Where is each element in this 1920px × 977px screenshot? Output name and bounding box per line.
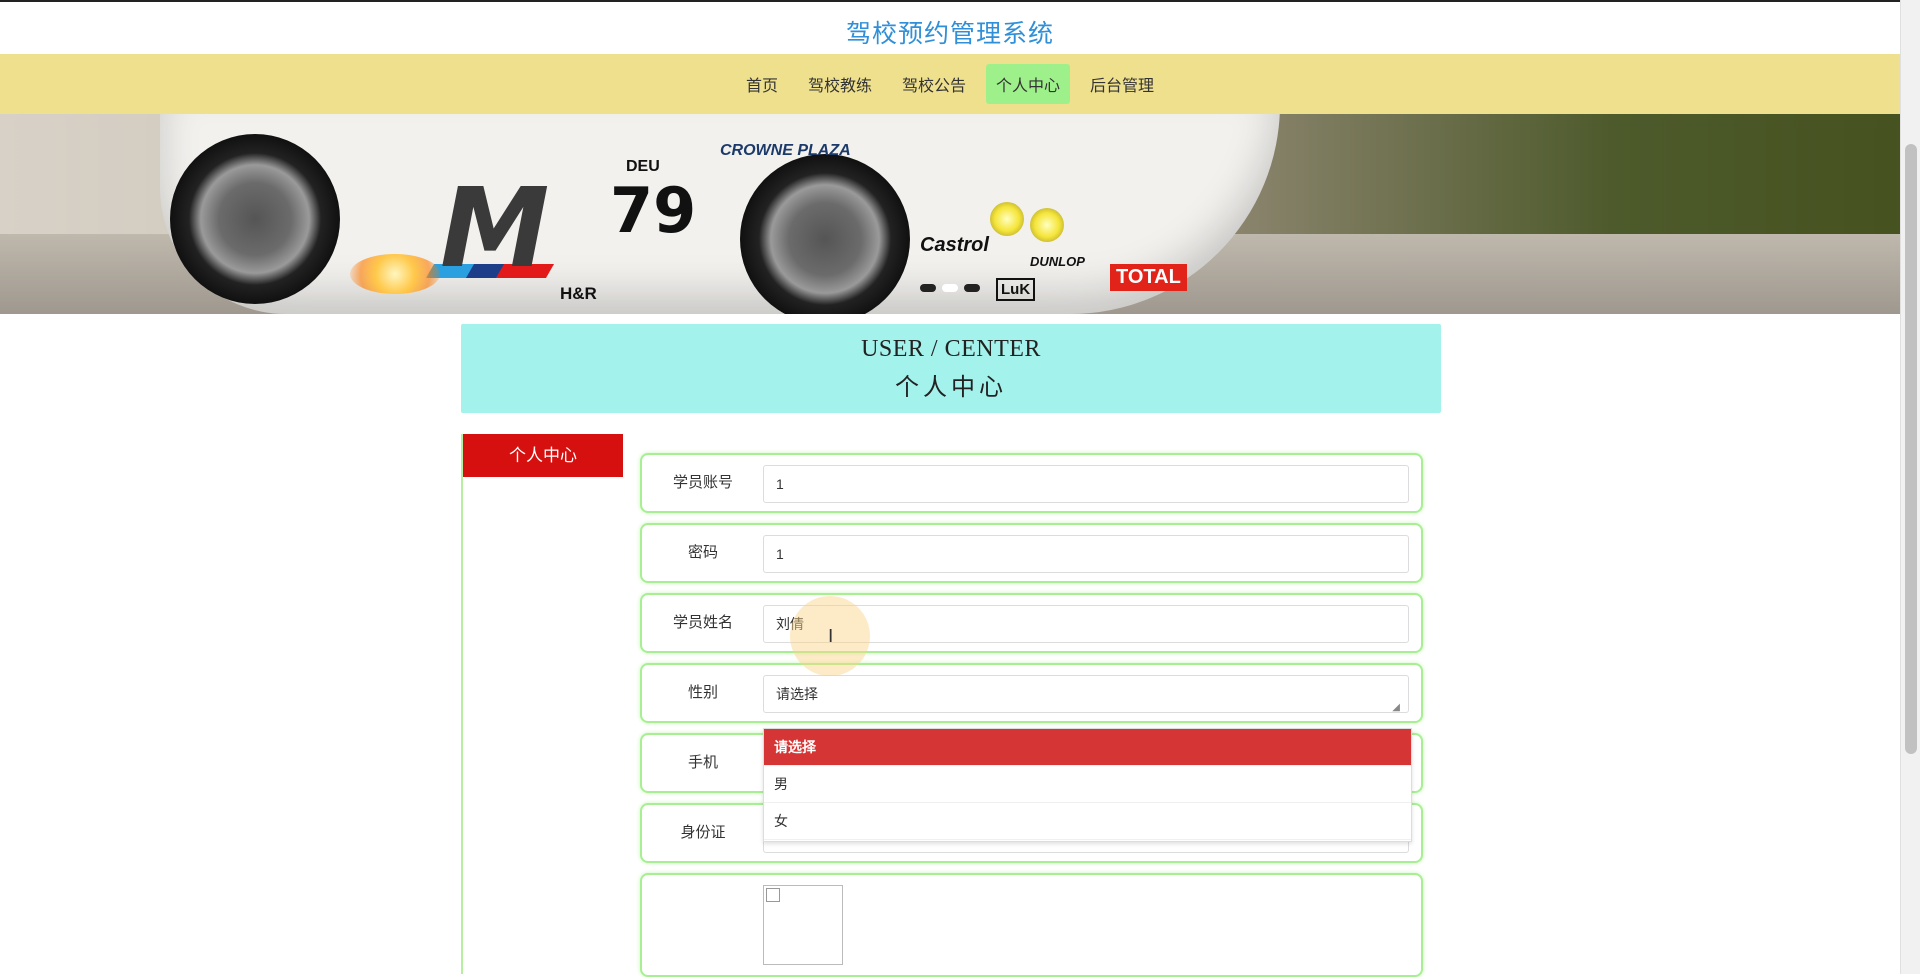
car-luk-text: LuK: [996, 278, 1036, 301]
form-row-name: 学员姓名 刘倩: [640, 593, 1423, 653]
main-nav: 首页 驾校教练 驾校公告 个人中心 后台管理: [0, 54, 1900, 114]
nav-item-admin[interactable]: 后台管理: [1080, 64, 1164, 104]
carousel-dot-3[interactable]: [964, 284, 980, 292]
chevron-down-icon: ◢: [1392, 702, 1400, 713]
broken-image-icon: [766, 888, 780, 902]
gender-option-female[interactable]: 女: [764, 803, 1411, 840]
nav-item-announcements[interactable]: 驾校公告: [892, 64, 976, 104]
gender-option-placeholder[interactable]: 请选择: [764, 729, 1411, 766]
car-castrol-text: Castrol: [920, 234, 989, 256]
photo-upload[interactable]: [763, 885, 843, 965]
car-headlight-left: [990, 202, 1024, 236]
carousel-dot-2[interactable]: [942, 284, 958, 292]
gender-label: 性别: [687, 684, 718, 701]
name-label: 学员姓名: [672, 614, 733, 631]
id-card-label: 身份证: [680, 824, 726, 841]
car-rear-wheel: [170, 134, 340, 304]
form-row-password: 密码 1: [640, 523, 1423, 583]
car-crowne-text: CROWNE PLAZA: [720, 142, 851, 159]
password-input[interactable]: 1: [763, 535, 1409, 573]
carousel-dot-1[interactable]: [920, 284, 936, 292]
gender-dropdown: 请选择 男 女: [763, 728, 1412, 842]
nav-item-home[interactable]: 首页: [736, 64, 788, 104]
section-header: USER / CENTER 个人中心: [461, 324, 1441, 413]
car-front-wheel: [740, 154, 910, 314]
scrollbar-thumb[interactable]: [1905, 144, 1917, 754]
car-dunlop-text: DUNLOP: [1030, 254, 1085, 269]
section-title-cn: 个人中心: [895, 375, 1007, 401]
exhaust-flame: [350, 254, 440, 294]
site-header: 驾校预约管理系统: [0, 2, 1900, 54]
banner-carousel[interactable]: M DEU 79 CROWNE PLAZA Castrol DUNLOP TOT…: [0, 114, 1900, 314]
i-beam-cursor-icon: I: [828, 626, 834, 647]
page-scrollbar[interactable]: [1900, 0, 1920, 974]
sidebar-tab-user-center[interactable]: 个人中心: [463, 434, 623, 477]
car-headlight-right: [1030, 208, 1064, 242]
car-number: 79: [610, 174, 697, 247]
gender-option-male[interactable]: 男: [764, 766, 1411, 803]
car-m-logo: M: [440, 164, 550, 292]
phone-label: 手机: [687, 754, 718, 771]
nav-item-user-center[interactable]: 个人中心: [986, 64, 1071, 104]
form-row-gender: 性别 请选择 ◢: [640, 663, 1423, 723]
gender-select[interactable]: 请选择 ◢: [763, 675, 1409, 713]
carousel-indicators: [920, 284, 980, 292]
account-label: 学员账号: [672, 474, 733, 491]
form-row-photo: [640, 873, 1423, 977]
nav-item-coaches[interactable]: 驾校教练: [798, 64, 882, 104]
car-hr-text: H&R: [560, 284, 597, 303]
site-title: 驾校预约管理系统: [845, 20, 1054, 48]
car-total-text: TOTAL: [1110, 264, 1187, 291]
password-label: 密码: [687, 544, 718, 561]
section-title-en: USER / CENTER: [861, 336, 1041, 362]
account-input[interactable]: 1: [763, 465, 1409, 503]
form-row-account: 学员账号 1: [640, 453, 1423, 513]
gender-select-value: 请选择: [776, 686, 818, 702]
sidebar: 个人中心: [461, 434, 623, 974]
